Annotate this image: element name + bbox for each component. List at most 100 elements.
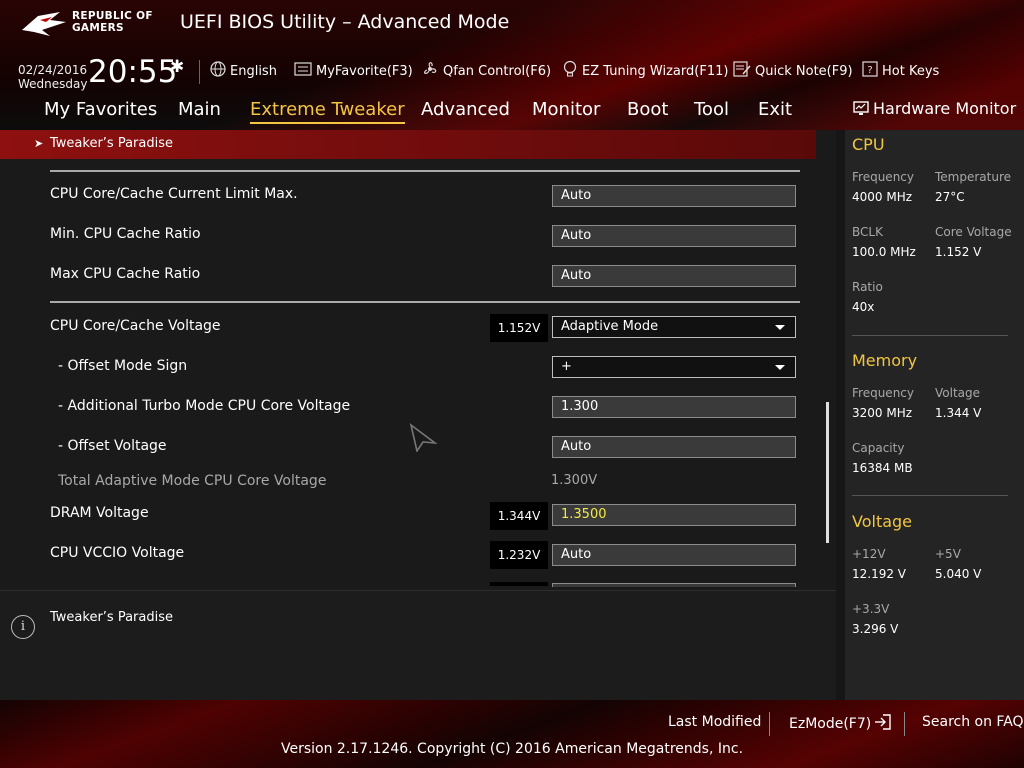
breadcrumb-arrow-icon: ➤ <box>34 137 44 150</box>
tab-my-favorites[interactable]: My Favorites <box>44 99 157 120</box>
memory-voltage-value: 1.344 V <box>935 406 982 420</box>
divider <box>852 335 1008 336</box>
v5-label: +5V <box>935 547 961 561</box>
tab-advanced[interactable]: Advanced <box>421 99 510 120</box>
svg-text:?: ? <box>867 65 872 76</box>
mouse-cursor-icon <box>409 423 438 452</box>
exit-arrow-icon <box>874 714 892 734</box>
current-limit-field[interactable]: Auto <box>552 185 796 207</box>
cpu-temperature-value: 27°C <box>935 190 965 204</box>
ez-tuning-button[interactable]: EZ Tuning Wizard(F11) <box>562 60 729 82</box>
favorite-list-icon <box>294 62 312 80</box>
tab-monitor[interactable]: Monitor <box>532 99 600 120</box>
v5-value: 5.040 V <box>935 567 982 581</box>
dram-voltage-field[interactable]: 1.3500 <box>552 504 796 526</box>
capacity-value: 16384 MB <box>852 461 913 475</box>
v33-value: 3.296 V <box>852 622 899 636</box>
help-key-icon: ? <box>862 61 878 81</box>
current-voltage-badge <box>490 582 548 586</box>
search-faq-button[interactable]: Search on FAQ <box>922 714 1024 730</box>
app-title: UEFI BIOS Utility – Advanced Mode <box>180 11 510 33</box>
divider <box>50 301 800 303</box>
copyright-text: Version 2.17.1246. Copyright (C) 2016 Am… <box>280 741 744 757</box>
next-setting-field[interactable] <box>552 583 796 587</box>
tab-exit[interactable]: Exit <box>758 99 792 120</box>
note-icon <box>733 61 751 81</box>
memory-frequency-label: Frequency <box>852 386 914 400</box>
cpu-frequency-label: Frequency <box>852 170 914 184</box>
max-cache-ratio-field[interactable]: Auto <box>552 265 796 287</box>
divider <box>904 712 905 736</box>
language-button[interactable]: English <box>210 61 277 81</box>
core-voltage-mode-select[interactable]: Adaptive Mode <box>552 316 796 338</box>
vccio-voltage-field[interactable]: Auto <box>552 544 796 566</box>
voltage-section-title: Voltage <box>852 512 913 531</box>
info-icon: i <box>11 615 35 639</box>
current-voltage-badge: 1.344V <box>490 502 548 530</box>
quick-note-label: Quick Note(F9) <box>755 63 853 79</box>
setting-label: - Additional Turbo Mode CPU Core Voltage <box>58 398 351 414</box>
tab-boot[interactable]: Boot <box>627 99 668 120</box>
rog-brand-text: REPUBLIC OF GAMERS <box>72 10 153 34</box>
divider <box>769 712 770 736</box>
cpu-section-title: CPU <box>852 135 885 154</box>
qfan-button[interactable]: Qfan Control(F6) <box>421 62 551 80</box>
quick-note-button[interactable]: Quick Note(F9) <box>733 61 853 81</box>
v33-label: +3.3V <box>852 602 890 616</box>
offset-mode-sign-select[interactable]: + <box>552 356 796 378</box>
myfavorite-button[interactable]: MyFavorite(F3) <box>294 62 413 80</box>
cpu-temperature-label: Temperature <box>935 170 1012 184</box>
core-voltage-label: Core Voltage <box>935 225 1012 239</box>
scrollbar[interactable] <box>826 402 829 543</box>
setting-label: CPU VCCIO Voltage <box>50 545 185 561</box>
v12-value: 12.192 V <box>852 567 907 581</box>
date-display: 02/24/2016 <box>18 63 88 77</box>
hot-keys-label: Hot Keys <box>882 63 940 79</box>
setting-label: Min. CPU Cache Ratio <box>50 226 201 242</box>
current-voltage-badge: 1.152V <box>490 314 548 342</box>
ratio-label: Ratio <box>852 280 883 294</box>
divider <box>852 495 1008 496</box>
ratio-value: 40x <box>852 300 875 314</box>
hardware-monitor-title: Hardware Monitor <box>873 99 1017 118</box>
setting-label: CPU Core/Cache Voltage <box>50 318 221 334</box>
bclk-label: BCLK <box>852 225 883 239</box>
language-label: English <box>230 63 277 79</box>
gear-icon[interactable]: ✱ <box>170 57 184 77</box>
ezmode-label: EzMode(F7) <box>789 716 872 732</box>
setting-label: CPU Core/Cache Current Limit Max. <box>50 186 298 202</box>
globe-icon <box>210 61 226 81</box>
header-bar: REPUBLIC OF GAMERS UEFI BIOS Utility – A… <box>0 0 1024 130</box>
help-text: Tweaker’s Paradise <box>50 610 173 625</box>
min-cache-ratio-field[interactable]: Auto <box>552 225 796 247</box>
divider <box>199 60 200 84</box>
monitor-icon <box>853 101 869 121</box>
fan-icon <box>421 60 439 82</box>
turbo-core-voltage-field[interactable]: 1.300 <box>552 396 796 418</box>
divider <box>50 170 800 172</box>
myfavorite-label: MyFavorite(F3) <box>316 63 413 79</box>
tab-tool[interactable]: Tool <box>694 99 729 120</box>
setting-label: Max CPU Cache Ratio <box>50 266 201 282</box>
breadcrumb[interactable]: ➤ Tweaker’s Paradise <box>0 130 816 159</box>
rog-logo: REPUBLIC OF GAMERS <box>20 8 170 40</box>
day-display: Wednesday <box>18 77 88 91</box>
footer-bar: Last Modified EzMode(F7) Search on FAQ V… <box>0 700 1024 768</box>
total-adaptive-voltage-value: 1.300V <box>551 473 598 488</box>
v12-label: +12V <box>852 547 886 561</box>
setting-label: - Offset Mode Sign <box>58 358 188 374</box>
tab-extreme-tweaker[interactable]: Extreme Tweaker <box>250 99 405 124</box>
last-modified-button[interactable]: Last Modified <box>668 714 761 730</box>
tab-main[interactable]: Main <box>178 99 221 120</box>
bclk-value: 100.0 MHz <box>852 245 916 259</box>
setting-label: - Offset Voltage <box>58 438 167 454</box>
time-display[interactable]: 20:55 <box>88 54 177 90</box>
ez-tuning-label: EZ Tuning Wizard(F11) <box>582 63 729 79</box>
settings-panel: ➤ Tweaker’s Paradise CPU Core/Cache Curr… <box>0 130 836 590</box>
ezmode-button[interactable]: EzMode(F7) <box>789 714 892 734</box>
memory-voltage-label: Voltage <box>935 386 981 400</box>
offset-voltage-field[interactable]: Auto <box>552 436 796 458</box>
setting-label: DRAM Voltage <box>50 505 149 521</box>
hot-keys-button[interactable]: ? Hot Keys <box>862 61 940 81</box>
lightbulb-icon <box>562 60 578 82</box>
